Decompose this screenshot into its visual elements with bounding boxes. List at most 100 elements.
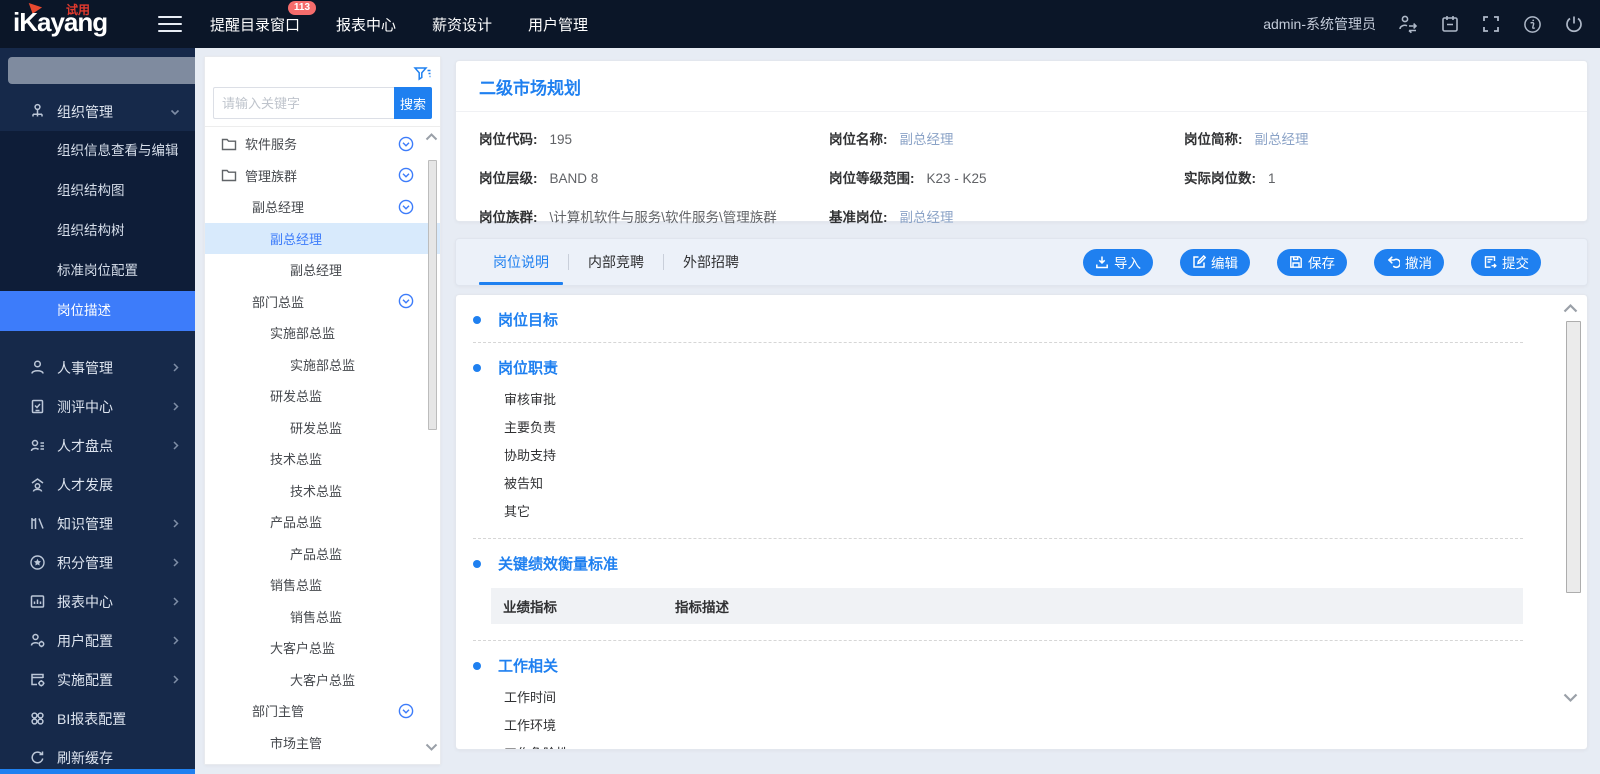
sidebar-item-points-management[interactable]: 积分管理 xyxy=(0,543,195,582)
expand-chevron-icon[interactable] xyxy=(398,703,414,719)
position-fields: 岗位代码: 195 岗位名称: 副总经理 岗位简称: 副总经理 岗位层级: BAND 8… xyxy=(456,112,1587,226)
settings-panel-icon xyxy=(29,671,46,688)
duty-item: 审核审批 xyxy=(504,392,557,407)
tree-search-button[interactable]: 搜索 xyxy=(394,87,432,119)
tree-scrollbar-thumb[interactable] xyxy=(428,160,437,430)
switch-user-icon[interactable] xyxy=(1397,14,1419,34)
kpi-table-header: 业绩指标 指标描述 xyxy=(491,588,1523,624)
tree-node[interactable]: 销售总监 xyxy=(205,601,440,633)
topbar: iKayang 试用 提醒目录窗口 113 报表中心 薪资设计 用户管理 adm… xyxy=(0,0,1600,48)
sidebar-item-org-tree[interactable]: 组织结构树 xyxy=(0,211,195,251)
chevron-right-icon xyxy=(170,518,181,529)
save-icon xyxy=(1290,256,1302,268)
chevron-right-icon xyxy=(170,635,181,646)
content-scroll-down-icon[interactable] xyxy=(1563,693,1578,703)
tree-scroll-down-icon[interactable] xyxy=(425,743,438,752)
filter-icon[interactable] xyxy=(413,65,432,84)
sidebar-item-assessment-center[interactable]: 测评中心 xyxy=(0,387,195,426)
tree-node[interactable]: 技术总监 xyxy=(205,475,440,507)
tree-node[interactable]: 产品总监 xyxy=(205,538,440,570)
topbar-right: admin-系统管理员 xyxy=(1263,14,1584,35)
logout-power-icon[interactable] xyxy=(1564,14,1584,34)
sidebar-item-standard-position-config[interactable]: 标准岗位配置 xyxy=(0,251,195,291)
tree-node[interactable]: 副总经理 xyxy=(205,191,440,223)
expand-chevron-icon[interactable] xyxy=(398,167,414,183)
tree-node[interactable]: 大客户总监 xyxy=(205,632,440,664)
tree-node[interactable]: 产品总监 xyxy=(205,506,440,538)
sidebar-item-bi-report-config[interactable]: BI报表配置 xyxy=(0,699,195,738)
duty-item: 主要负责 xyxy=(504,420,557,435)
content-scrollbar-thumb[interactable] xyxy=(1566,321,1581,593)
bi-grid-icon xyxy=(29,710,46,727)
chevron-right-icon xyxy=(170,401,181,412)
edit-button[interactable]: 编辑 xyxy=(1180,248,1250,276)
current-user-label: admin-系统管理员 xyxy=(1263,16,1376,32)
tree-node[interactable]: 技术总监 xyxy=(205,443,440,475)
tree-node[interactable]: 管理族群 xyxy=(205,160,440,192)
sidebar-item-report-center[interactable]: 报表中心 xyxy=(0,582,195,621)
sidebar-item-org-info-edit[interactable]: 组织信息查看与编辑 xyxy=(0,131,195,171)
sidebar-item-user-config[interactable]: 用户配置 xyxy=(0,621,195,660)
tab-position-description[interactable]: 岗位说明 xyxy=(474,239,568,285)
undo-button[interactable]: 撤消 xyxy=(1374,248,1444,276)
nav-item-reports[interactable]: 报表中心 xyxy=(336,14,396,35)
field-label: 岗位族群: xyxy=(479,210,538,225)
tree-node[interactable]: 软件服务 xyxy=(205,128,440,160)
sidebar-search-input[interactable] xyxy=(8,57,195,84)
nav-item-users[interactable]: 用户管理 xyxy=(528,14,588,35)
menu-toggle-icon[interactable] xyxy=(158,16,182,32)
nav-item-salary[interactable]: 薪资设计 xyxy=(432,14,492,35)
app-logo[interactable]: iKayang 试用 xyxy=(0,0,150,48)
sidebar-item-position-description[interactable]: 岗位描述 xyxy=(0,291,195,331)
save-button[interactable]: 保存 xyxy=(1277,248,1347,276)
sidebar-item-knowledge-management[interactable]: 知识管理 xyxy=(0,504,195,543)
sidebar-item-hr-management[interactable]: 人事管理 xyxy=(0,348,195,387)
sidebar: 组织管理 组织信息查看与编辑 组织结构图 组织结构树 标准岗位配置 岗位描述 人… xyxy=(0,48,195,774)
sidebar-item-talent-review[interactable]: 人才盘点 xyxy=(0,426,195,465)
star-circle-icon xyxy=(29,554,46,571)
tabs: 岗位说明 内部竞聘 外部招聘 xyxy=(474,239,758,285)
tab-external-recruitment[interactable]: 外部招聘 xyxy=(664,239,758,285)
tree-search-input[interactable] xyxy=(213,87,394,119)
tree-node-selected[interactable]: 副总经理 xyxy=(205,222,440,254)
chevron-right-icon xyxy=(170,440,181,451)
section-position-duties: 岗位职责 xyxy=(473,357,1587,378)
content-scroll-up-icon[interactable] xyxy=(1563,303,1578,313)
info-icon[interactable] xyxy=(1522,14,1543,35)
field-value-actual-count: 1 xyxy=(1268,171,1276,186)
tree-node[interactable]: 大客户总监 xyxy=(205,664,440,696)
duty-item: 协助支持 xyxy=(504,448,557,463)
section-kpi: 关键绩效衡量标准 xyxy=(473,553,1587,574)
sidebar-item-org-chart[interactable]: 组织结构图 xyxy=(0,171,195,211)
tree-node[interactable]: 实施部总监 xyxy=(205,349,440,381)
tree-node[interactable]: 市场主管 xyxy=(205,727,440,759)
sidebar-item-implementation-config[interactable]: 实施配置 xyxy=(0,660,195,699)
tree-node[interactable]: 实施部总监 xyxy=(205,317,440,349)
folder-icon xyxy=(221,137,237,151)
tree-scroll-up-icon[interactable] xyxy=(425,132,438,141)
expand-chevron-icon[interactable] xyxy=(398,199,414,215)
nav-item-reminder[interactable]: 提醒目录窗口 113 xyxy=(210,0,317,35)
tab-internal-recruitment[interactable]: 内部竞聘 xyxy=(569,239,663,285)
sidebar-item-talent-development[interactable]: 人才发展 xyxy=(0,465,195,504)
submit-button[interactable]: 提交 xyxy=(1471,248,1541,276)
sidebar-item-org-management[interactable]: 组织管理 xyxy=(0,92,195,131)
tree-node[interactable]: 副总经理 xyxy=(205,254,440,286)
position-tree-panel: 搜索 软件服务 管理族群 副总经理 xyxy=(204,56,441,765)
expand-chevron-icon[interactable] xyxy=(398,293,414,309)
calendar-icon[interactable] xyxy=(1440,14,1460,34)
tree-node[interactable]: 销售总监 xyxy=(205,569,440,601)
expand-chevron-icon[interactable] xyxy=(398,136,414,152)
tree-node[interactable]: 研发总监 xyxy=(205,412,440,444)
tree-node[interactable]: 部门主管 xyxy=(205,695,440,727)
fullscreen-icon[interactable] xyxy=(1481,14,1501,34)
action-buttons: 导入 编辑 保存 撤消 提交 xyxy=(1083,248,1541,276)
tree-node[interactable]: 研发总监 xyxy=(205,380,440,412)
import-button[interactable]: 导入 xyxy=(1083,248,1153,276)
kpi-column-description: 指标描述 xyxy=(675,600,729,615)
tree-node[interactable]: 部门总监 xyxy=(205,286,440,318)
report-chart-icon xyxy=(29,593,46,610)
duty-item: 其它 xyxy=(504,504,531,519)
user-gear-icon xyxy=(29,632,46,649)
bullet-icon xyxy=(473,661,481,670)
